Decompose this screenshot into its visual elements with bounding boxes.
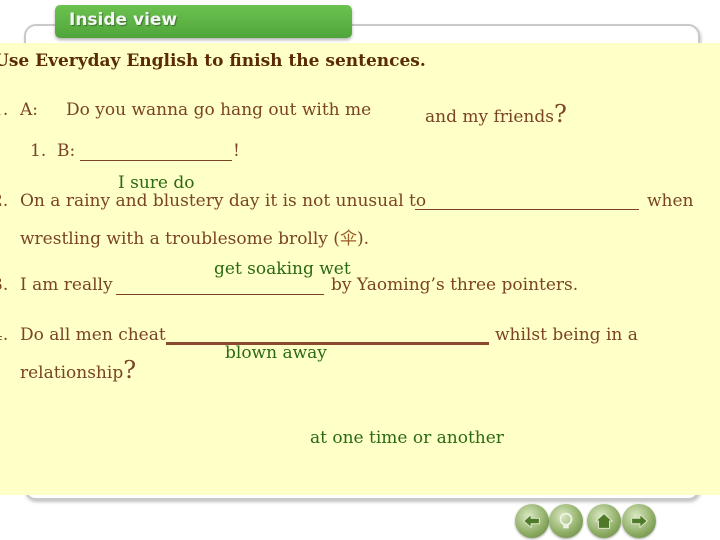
item-3-blank[interactable]: [116, 293, 324, 295]
item-4-answer: at one time or another: [310, 428, 504, 448]
item-3-number: 3.: [0, 275, 9, 295]
next-button[interactable]: [622, 504, 656, 538]
exercise-panel: Use Everyday English to finish the sente…: [0, 43, 720, 495]
item-2-blank[interactable]: [415, 208, 639, 210]
chinese-umbrella-char: 伞: [339, 229, 357, 249]
hint-button[interactable]: [549, 504, 583, 538]
item-4-text: Do all men cheat: [20, 325, 166, 345]
item-1-line-a-suffix: and my friends?: [425, 100, 567, 128]
item-1-sub-number: 1.: [30, 141, 47, 161]
item-2-line-2-text: wrestling with a troublesome brolly (: [20, 229, 340, 249]
item-1-exclaim: !: [233, 141, 240, 161]
home-button[interactable]: [587, 504, 621, 538]
item-4-text-after: whilst being in a: [495, 325, 638, 345]
item-4-blank[interactable]: [166, 342, 489, 345]
item-3-answer: blown away: [225, 343, 327, 363]
item-2-text-after: when: [647, 191, 694, 211]
arrow-left-icon: [523, 513, 540, 529]
lightbulb-icon: [559, 512, 573, 529]
section-title: Inside view: [69, 10, 178, 30]
item-4-number: 4.: [0, 325, 9, 345]
item-2-line-2: wrestling with a troublesome brolly (伞).: [20, 224, 369, 249]
home-icon: [594, 513, 614, 529]
item-1-blank[interactable]: [80, 159, 232, 161]
item-2-text: On a rainy and blustery day it is not un…: [20, 191, 427, 211]
item-3-text: I am really: [20, 275, 113, 295]
item-4-line-2-text: relationship: [20, 363, 124, 383]
item-1-suffix-text: and my friends: [425, 107, 554, 127]
item-1-number: 1.: [0, 100, 9, 120]
item-1-answer: I sure do: [118, 173, 195, 193]
instruction: Use Everyday English to finish the sente…: [0, 51, 426, 71]
item-3-text-after: by Yaoming’s three pointers.: [331, 275, 579, 295]
item-1-speaker-a: A:: [20, 100, 39, 120]
item-4-line-2: relationship?: [20, 356, 136, 384]
item-1-speaker-b: B:: [57, 141, 76, 161]
item-2-number: 2.: [0, 191, 9, 211]
section-tab: Inside view: [55, 5, 352, 38]
item-1-line-a: Do you wanna go hang out with me: [66, 100, 372, 120]
back-button[interactable]: [515, 504, 549, 538]
question-mark: ?: [553, 100, 567, 128]
arrow-right-icon: [631, 513, 648, 529]
question-mark: ?: [123, 356, 137, 384]
item-2-line-2-end: ).: [356, 229, 369, 249]
